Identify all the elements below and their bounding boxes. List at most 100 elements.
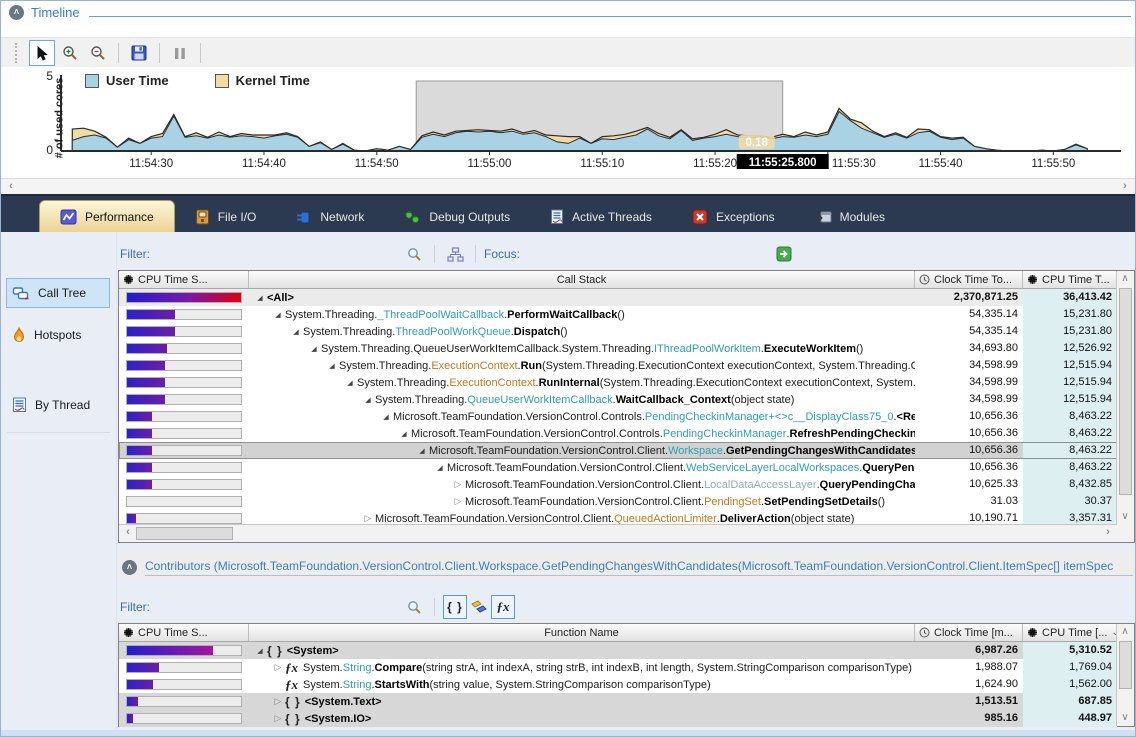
save-button[interactable]	[126, 40, 152, 66]
expand-node-icon[interactable]: ▷	[451, 496, 465, 507]
table-row[interactable]: ◢Microsoft.TeamFoundation.VersionControl…	[119, 459, 1117, 476]
toolbar-grip[interactable]	[15, 43, 22, 63]
tab-exceptions[interactable]: Exceptions	[672, 202, 795, 232]
call-stack-cell[interactable]: ◢System.Threading._ThreadPoolWaitCallbac…	[249, 306, 915, 323]
table-row[interactable]: ▷ƒxSystem.String.Compare(string strA, in…	[119, 659, 1117, 676]
tab-network[interactable]: Network	[276, 202, 384, 232]
zoom-out-button[interactable]	[85, 40, 111, 66]
pointer-tool-button[interactable]	[29, 40, 55, 66]
table-row[interactable]: ◢System.Threading.ThreadPoolWorkQueue.Di…	[119, 323, 1117, 340]
sidebar-item-by-thread[interactable]: By Thread	[6, 390, 110, 420]
vertical-scrollbar[interactable]: ∧∨	[1116, 271, 1134, 525]
collapse-node-icon[interactable]: ◢	[307, 345, 321, 353]
call-stack-cell[interactable]: ◢Microsoft.TeamFoundation.VersionControl…	[249, 408, 915, 425]
call-stack-cell[interactable]: ◢System.Threading.QueueUserWorkItemCallb…	[249, 340, 915, 357]
table-row[interactable]: ◢System.Threading.ExecutionContext.Run(S…	[119, 357, 1117, 374]
tab-performance[interactable]: Performance	[39, 200, 175, 232]
collapse-node-icon[interactable]: ◢	[289, 328, 303, 336]
call-stack-cell[interactable]: ◢System.Threading.QueueUserWorkItemCallb…	[249, 391, 915, 408]
call-stack-cell[interactable]: ◢Microsoft.TeamFoundation.VersionControl…	[249, 442, 915, 459]
function-name-cell[interactable]: ◢{ }<System>	[249, 642, 915, 659]
collapse-node-icon[interactable]: ◢	[253, 647, 267, 655]
column-header-cpu-time[interactable]: CPU Time [...⌄	[1023, 624, 1117, 641]
collapse-node-icon[interactable]: ◢	[397, 430, 411, 438]
table-row[interactable]: ƒxSystem.String.StartsWith(string value,…	[119, 676, 1117, 693]
call-stack-cell[interactable]: ◢Microsoft.TeamFoundation.VersionControl…	[249, 459, 915, 476]
functions-filter-input[interactable]	[158, 597, 402, 617]
table-row[interactable]: ▷{ }<System.Text>1,513.51687.85	[119, 693, 1117, 710]
expand-node-icon[interactable]: ▷	[271, 662, 285, 673]
call-stack-cell[interactable]: ◢System.Threading.ExecutionContext.RunIn…	[249, 374, 915, 391]
tab-file-i-o[interactable]: File I/O	[175, 202, 277, 232]
scrollbar-thumb[interactable]	[1119, 641, 1132, 689]
collapse-node-icon[interactable]: ◢	[343, 379, 357, 387]
table-row[interactable]: ◢System.Threading._ThreadPoolWaitCallbac…	[119, 306, 1117, 323]
table-row[interactable]: ◢{ }<System>6,987.265,310.52	[119, 642, 1117, 659]
table-row[interactable]: ◢System.Threading.ExecutionContext.RunIn…	[119, 374, 1117, 391]
filter-input[interactable]	[158, 244, 402, 264]
collapse-node-icon[interactable]: ◢	[433, 464, 447, 472]
collapse-node-icon[interactable]: ◢	[271, 311, 285, 319]
table-row[interactable]: ▷{ }<System.IO>985.16448.97	[119, 710, 1117, 727]
collapse-node-icon[interactable]: ◢	[415, 447, 429, 455]
call-stack-cell[interactable]: ▷Microsoft.TeamFoundation.VersionControl…	[249, 493, 915, 510]
table-row[interactable]: ◢System.Threading.QueueUserWorkItemCallb…	[119, 391, 1117, 408]
scroll-left-arrow[interactable]: ‹	[3, 179, 19, 195]
timeline-hscrollbar[interactable]: ‹ ›	[1, 178, 1135, 195]
scrollbar-thumb[interactable]	[1119, 288, 1132, 495]
scrollbar-thumb[interactable]	[136, 527, 233, 540]
sidebar-item-hotspots[interactable]: Hotspots	[6, 320, 110, 350]
group-by-namespace-toggle[interactable]: { }	[443, 595, 467, 619]
column-header-clock-time-to[interactable]: Clock Time To...	[915, 271, 1023, 288]
column-header-cpu-time-s[interactable]: CPU Time S...	[119, 271, 249, 288]
focus-go-button[interactable]	[772, 242, 796, 266]
function-name-cell[interactable]: ▷ƒxSystem.String.Compare(string strA, in…	[249, 659, 915, 676]
table-row[interactable]: ◢Microsoft.TeamFoundation.VersionControl…	[119, 408, 1117, 425]
timeline-chart-area[interactable]: # of used cores User Time Kernel Time 50…	[1, 67, 1136, 177]
focus-input[interactable]	[528, 244, 772, 264]
vertical-scrollbar[interactable]: ∧∨	[1116, 624, 1134, 726]
tab-debug-outputs[interactable]: Debug Outputs	[384, 202, 530, 232]
table-row[interactable]: ◢System.Threading.QueueUserWorkItemCallb…	[119, 340, 1117, 357]
column-header-cpu-time-t[interactable]: CPU Time T...⌄	[1023, 271, 1117, 288]
collapse-timeline-button[interactable]: ˄	[9, 5, 24, 20]
collapse-node-icon[interactable]: ◢	[325, 362, 339, 370]
search-icon[interactable]	[402, 595, 426, 619]
column-header-function-name[interactable]: Function Name	[249, 624, 915, 641]
tag-filter-icon[interactable]	[467, 595, 491, 619]
tab-active-threads[interactable]: Active Threads	[530, 202, 672, 232]
zoom-in-button[interactable]	[57, 40, 83, 66]
scroll-down-arrow[interactable]: ∨	[1117, 509, 1133, 525]
scroll-up-arrow[interactable]: ∧	[1117, 271, 1133, 287]
scroll-up-arrow[interactable]: ∧	[1117, 624, 1133, 640]
collapse-contributors-button[interactable]: ˄	[122, 560, 137, 575]
search-icon[interactable]	[402, 242, 426, 266]
call-stack-cell[interactable]: ◢System.Threading.ThreadPoolWorkQueue.Di…	[249, 323, 915, 340]
table-row[interactable]: ▷Microsoft.TeamFoundation.VersionControl…	[119, 476, 1117, 493]
function-name-cell[interactable]: ƒxSystem.String.StartsWith(string value,…	[249, 676, 915, 693]
table-row[interactable]: ◢<All>2,370,871.2536,413.42	[119, 289, 1117, 306]
function-name-cell[interactable]: ▷{ }<System.IO>	[249, 710, 915, 727]
scroll-left-arrow[interactable]: ‹	[120, 525, 136, 541]
collapse-node-icon[interactable]: ◢	[361, 396, 375, 404]
collapse-node-icon[interactable]: ◢	[379, 413, 393, 421]
expand-node-icon[interactable]: ▷	[271, 713, 285, 724]
scroll-right-arrow[interactable]: ›	[1100, 525, 1116, 541]
call-stack-cell[interactable]: ◢System.Threading.ExecutionContext.Run(S…	[249, 357, 915, 374]
scroll-right-arrow[interactable]: ›	[1117, 179, 1133, 195]
pause-button[interactable]	[167, 40, 193, 66]
call-stack-cell[interactable]: ◢<All>	[249, 289, 915, 306]
call-stack-cell[interactable]: ▷Microsoft.TeamFoundation.VersionControl…	[249, 476, 915, 493]
column-header-clock-time-m[interactable]: Clock Time [m...	[915, 624, 1023, 641]
expand-node-icon[interactable]: ▷	[451, 479, 465, 490]
show-functions-toggle[interactable]: ƒx	[491, 595, 515, 619]
scroll-down-arrow[interactable]: ∨	[1117, 710, 1133, 726]
table-row[interactable]: ◢Microsoft.TeamFoundation.VersionControl…	[119, 442, 1117, 459]
collapse-node-icon[interactable]: ◢	[253, 294, 267, 302]
horizontal-scrollbar[interactable]: ‹›	[119, 524, 1117, 542]
expand-node-icon[interactable]: ▷	[271, 696, 285, 707]
function-name-cell[interactable]: ▷{ }<System.Text>	[249, 693, 915, 710]
table-row[interactable]: ▷Microsoft.TeamFoundation.VersionControl…	[119, 493, 1117, 510]
hierarchy-view-icon[interactable]	[443, 242, 467, 266]
column-header-call-stack[interactable]: Call Stack	[249, 271, 915, 288]
